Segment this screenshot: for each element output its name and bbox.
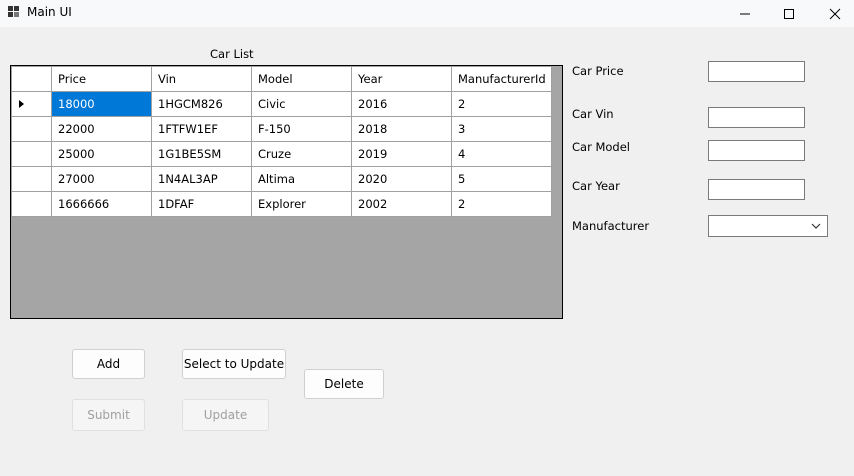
column-header-manufacturerid[interactable]: ManufacturerId: [451, 66, 552, 92]
table-row[interactable]: 22000 1FTFW1EF F-150 2018 3: [11, 116, 552, 142]
table-cell[interactable]: 2020: [351, 166, 452, 192]
car-year-input[interactable]: [708, 179, 805, 200]
row-header[interactable]: [11, 166, 52, 192]
car-data-grid[interactable]: Price Vin Model Year ManufacturerId 1800…: [10, 65, 563, 319]
table-cell[interactable]: 5: [451, 166, 552, 192]
close-button[interactable]: [812, 0, 854, 27]
table-row[interactable]: 18000 1HGCM826 Civic 2016 2: [11, 91, 552, 117]
column-header-price[interactable]: Price: [51, 66, 152, 92]
title-bar: Main UI: [0, 0, 854, 27]
table-cell[interactable]: 1HGCM826: [151, 91, 252, 117]
select-to-update-button[interactable]: Select to Update: [182, 349, 286, 379]
table-row[interactable]: 25000 1G1BE5SM Cruze 2019 4: [11, 141, 552, 167]
car-price-label: Car Price: [572, 64, 624, 78]
delete-button[interactable]: Delete: [304, 369, 384, 399]
car-list-caption: Car List: [210, 47, 254, 61]
table-cell[interactable]: 2: [451, 91, 552, 117]
table-cell[interactable]: 3: [451, 116, 552, 142]
close-icon: [829, 8, 841, 19]
update-button[interactable]: Update: [182, 399, 269, 431]
car-model-input[interactable]: [708, 140, 805, 161]
table-cell[interactable]: 2016: [351, 91, 452, 117]
row-header-corner: [11, 66, 52, 92]
app-icon: [8, 6, 20, 18]
table-cell[interactable]: 25000: [51, 141, 152, 167]
table-cell[interactable]: 1G1BE5SM: [151, 141, 252, 167]
table-cell[interactable]: 1DFAF: [151, 191, 252, 217]
car-price-input[interactable]: [708, 61, 805, 82]
table-cell[interactable]: 2019: [351, 141, 452, 167]
table-cell[interactable]: 27000: [51, 166, 152, 192]
minimize-button[interactable]: [722, 0, 768, 27]
table-row[interactable]: 1666666 1DFAF Explorer 2002 2: [11, 191, 552, 217]
table-cell[interactable]: Civic: [251, 91, 352, 117]
header-row: Price Vin Model Year ManufacturerId: [11, 66, 552, 92]
chevron-down-icon: [811, 223, 821, 229]
column-header-year[interactable]: Year: [351, 66, 452, 92]
minimize-icon: [740, 13, 750, 14]
car-vin-input[interactable]: [708, 107, 805, 128]
manufacturer-dropdown[interactable]: [708, 215, 828, 237]
table-cell[interactable]: 1666666: [51, 191, 152, 217]
table-cell[interactable]: 22000: [51, 116, 152, 142]
column-header-model[interactable]: Model: [251, 66, 352, 92]
table-cell[interactable]: 2002: [351, 191, 452, 217]
table-cell[interactable]: Cruze: [251, 141, 352, 167]
submit-button[interactable]: Submit: [72, 399, 145, 431]
column-header-vin[interactable]: Vin: [151, 66, 252, 92]
current-row-arrow-icon: [19, 100, 24, 108]
table-cell[interactable]: Altima: [251, 166, 352, 192]
table-cell[interactable]: 2018: [351, 116, 452, 142]
table-cell[interactable]: 4: [451, 141, 552, 167]
table-cell[interactable]: F-150: [251, 116, 352, 142]
maximize-button[interactable]: [766, 0, 812, 27]
window-title: Main UI: [27, 5, 72, 19]
car-vin-label: Car Vin: [572, 107, 614, 121]
table-cell[interactable]: 1FTFW1EF: [151, 116, 252, 142]
row-header[interactable]: [11, 191, 52, 217]
table-cell[interactable]: 2: [451, 191, 552, 217]
table-cell[interactable]: 18000: [51, 91, 152, 117]
manufacturer-label: Manufacturer: [572, 219, 650, 233]
car-model-label: Car Model: [572, 140, 630, 154]
table-cell[interactable]: 1N4AL3AP: [151, 166, 252, 192]
add-button[interactable]: Add: [72, 349, 145, 379]
row-header[interactable]: [11, 91, 52, 117]
car-table: Price Vin Model Year ManufacturerId 1800…: [11, 66, 552, 217]
row-header[interactable]: [11, 116, 52, 142]
maximize-icon: [784, 8, 794, 19]
car-year-label: Car Year: [572, 179, 620, 193]
table-cell[interactable]: Explorer: [251, 191, 352, 217]
row-header[interactable]: [11, 141, 52, 167]
table-row[interactable]: 27000 1N4AL3AP Altima 2020 5: [11, 166, 552, 192]
